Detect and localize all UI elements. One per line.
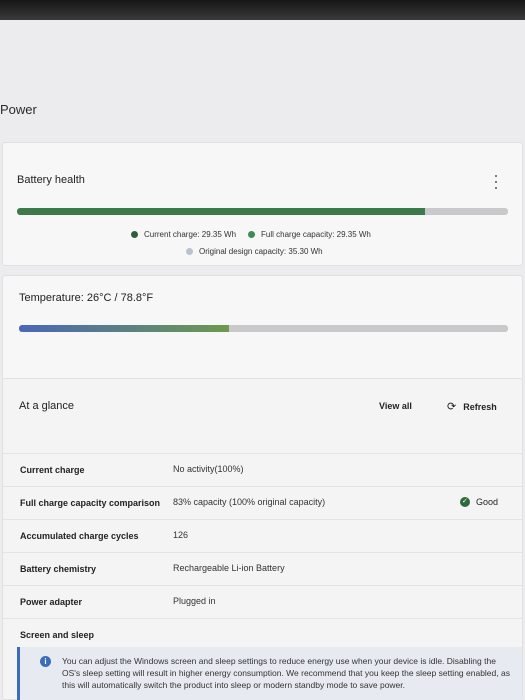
temperature-card: Temperature: 26°C / 78.8°F xyxy=(2,275,523,381)
battery-health-bar-fill xyxy=(17,208,425,215)
full-capacity-text: Full charge capacity: 29.35 Wh xyxy=(261,230,371,239)
row-label: Screen and sleep xyxy=(20,630,95,640)
temperature-bar xyxy=(19,325,508,332)
glance-row-current-charge: Current charge No activity(100%) xyxy=(3,453,522,486)
battery-health-bar xyxy=(17,208,508,215)
legend-current-charge: Current charge: 29.35 Wh xyxy=(131,230,236,239)
full-capacity-dot-icon xyxy=(248,231,256,238)
battery-health-title: Battery health xyxy=(17,174,85,186)
info-icon: i xyxy=(40,656,51,667)
legend-design-capacity: Original design capacity: 35.30 Wh xyxy=(186,247,323,256)
page-title: Power xyxy=(0,102,37,117)
info-text: You can adjust the Windows screen and sl… xyxy=(62,656,510,690)
battery-legend-row-2: Original design capacity: 35.30 Wh xyxy=(186,247,323,256)
row-label: Power adapter xyxy=(20,597,83,607)
glance-row-capacity-comparison: Full charge capacity comparison 83% capa… xyxy=(3,486,522,519)
view-all-label: View all xyxy=(379,401,412,411)
check-icon: ✓ xyxy=(459,497,470,507)
row-label: Battery chemistry xyxy=(20,564,97,574)
temperature-bar-fill xyxy=(19,325,230,332)
design-capacity-text: Original design capacity: 35.30 Wh xyxy=(199,247,323,256)
status-label: Good xyxy=(475,497,498,507)
refresh-icon: ⟳ xyxy=(447,401,457,413)
row-value: 83% capacity (100% original capacity) xyxy=(173,497,326,507)
row-label: Current charge xyxy=(20,465,85,475)
current-charge-dot-icon xyxy=(131,231,138,238)
at-a-glance-title: At a glance xyxy=(19,400,75,412)
refresh-button[interactable]: ⟳ Refresh xyxy=(447,400,497,413)
view-all-button[interactable]: View all xyxy=(379,401,412,411)
glance-row-power-adapter: Power adapter Plugged in xyxy=(3,585,522,618)
more-options-icon[interactable] xyxy=(494,175,498,189)
glance-row-charge-cycles: Accumulated charge cycles 126 xyxy=(3,519,522,552)
at-a-glance-card: At a glance View all ⟳ Refresh Current c… xyxy=(2,378,523,700)
row-label: Full charge capacity comparison xyxy=(20,498,161,508)
refresh-label: Refresh xyxy=(463,401,497,412)
screen-sleep-info-box: i You can adjust the Windows screen and … xyxy=(17,647,522,700)
row-value: Plugged in xyxy=(173,596,216,606)
screen-bezel xyxy=(0,0,525,20)
status-badge: ✓ Good xyxy=(459,497,498,507)
battery-legend-row-1: Current charge: 29.35 Wh Full charge cap… xyxy=(131,230,371,239)
row-value: Rechargeable Li-ion Battery xyxy=(173,563,285,573)
temperature-title: Temperature: 26°C / 78.8°F xyxy=(19,292,154,304)
legend-full-capacity: Full charge capacity: 29.35 Wh xyxy=(248,230,371,239)
current-charge-text: Current charge: 29.35 Wh xyxy=(144,230,237,239)
design-capacity-dot-icon xyxy=(186,248,193,255)
row-value: No activity(100%) xyxy=(173,464,244,474)
power-page: Power Battery health Current charge: 29.… xyxy=(0,20,525,700)
row-label: Accumulated charge cycles xyxy=(20,531,139,541)
row-value: 126 xyxy=(173,530,189,540)
battery-health-card: Battery health Current charge: 29.35 Wh … xyxy=(2,142,523,266)
glance-row-battery-chemistry: Battery chemistry Rechargeable Li-ion Ba… xyxy=(3,552,522,585)
